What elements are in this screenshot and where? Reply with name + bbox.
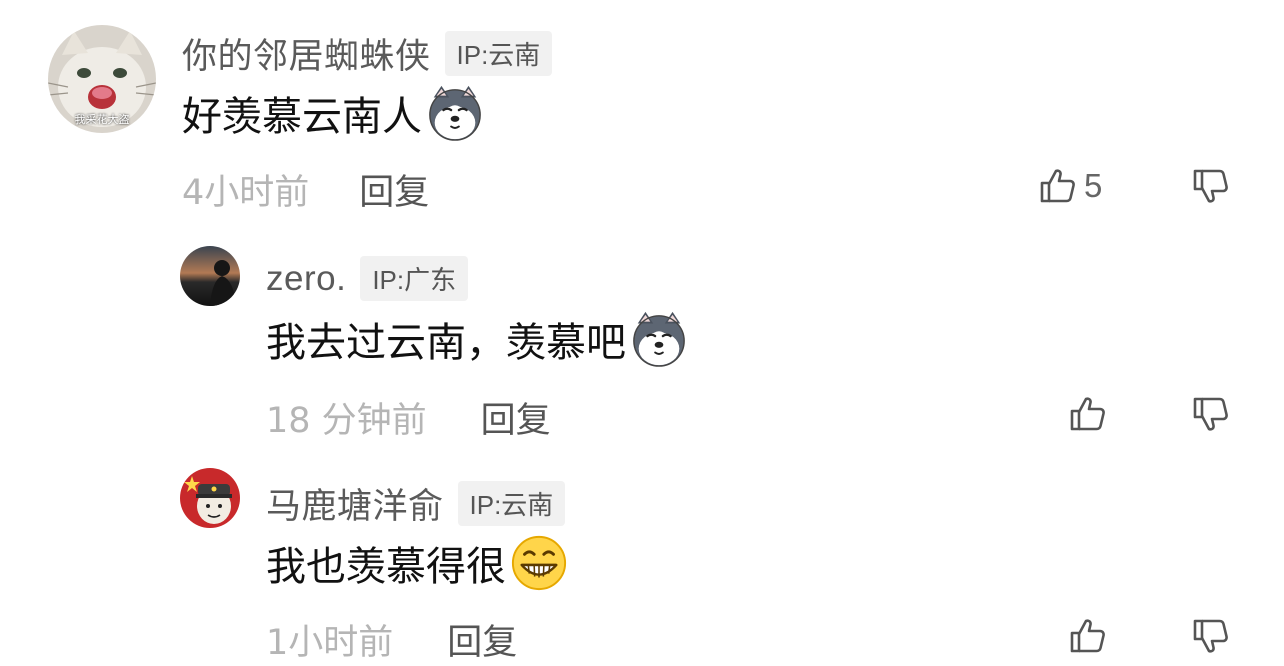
like-count: 5 [1084, 167, 1103, 204]
ip-location-badge: IP:广东 [360, 256, 469, 301]
ip-location-badge: IP:云南 [457, 481, 566, 526]
comment-meta: 1小时前 回复 [266, 614, 517, 665]
reply-item: 马鹿塘洋俞 IP:云南 我也羡慕得很 1小时前 回复 [0, 450, 1284, 666]
comment-body: 好羡慕云南人 [182, 94, 422, 140]
timestamp: 18 分钟前 [266, 401, 427, 441]
comment-item: 我采花大盗 你的邻居蜘蛛侠 IP:云南 好羡慕云南人 4小时前 回复 5 [0, 0, 1284, 230]
thumbs-down-icon [1191, 166, 1231, 206]
comment-body: 我去过云南，羡慕吧 [266, 320, 626, 366]
username[interactable]: zero. [266, 259, 346, 299]
comment-text: 我去过云南，羡慕吧 [266, 310, 688, 368]
thumbs-up-icon [1038, 166, 1078, 206]
avatar[interactable] [180, 246, 240, 306]
comment-meta: 4小时前 回复 [182, 164, 429, 215]
like-button[interactable] [1068, 616, 1108, 656]
like-button[interactable]: 5 [1038, 166, 1102, 206]
reply-button[interactable]: 回复 [481, 392, 551, 443]
dislike-button[interactable] [1191, 394, 1231, 434]
comment-text: 好羡慕云南人 [182, 84, 484, 142]
thumbs-up-icon [1068, 394, 1108, 434]
grin-emoji-icon [510, 534, 568, 592]
comment-header: 马鹿塘洋俞 IP:云南 [266, 478, 566, 529]
reply-button[interactable]: 回复 [447, 614, 517, 665]
avatar-caption: 我采花大盗 [74, 113, 130, 126]
husky-emoji-icon [426, 84, 484, 142]
thumbs-up-icon [1068, 616, 1108, 656]
avatar[interactable] [180, 468, 240, 528]
reply-button[interactable]: 回复 [359, 164, 429, 215]
comment-meta: 18 分钟前 回复 [266, 392, 551, 443]
comment-header: 你的邻居蜘蛛侠 IP:云南 [182, 28, 553, 79]
ip-location-badge: IP:云南 [444, 31, 553, 76]
dislike-button[interactable] [1191, 616, 1231, 656]
dislike-button[interactable] [1191, 166, 1231, 206]
comment-header: zero. IP:广东 [266, 256, 469, 301]
like-button[interactable] [1068, 394, 1108, 434]
reply-item: zero. IP:广东 我去过云南，羡慕吧 18 分钟前 回复 [0, 230, 1284, 450]
thumbs-down-icon [1191, 616, 1231, 656]
timestamp: 4小时前 [182, 173, 310, 213]
username[interactable]: 你的邻居蜘蛛侠 [182, 28, 431, 79]
husky-emoji-icon [630, 310, 688, 368]
timestamp: 1小时前 [266, 623, 394, 663]
comment-body: 我也羡慕得很 [266, 544, 506, 590]
avatar[interactable]: 我采花大盗 [48, 25, 156, 133]
thumbs-down-icon [1191, 394, 1231, 434]
username[interactable]: 马鹿塘洋俞 [266, 478, 444, 529]
comment-text: 我也羡慕得很 [266, 534, 568, 592]
